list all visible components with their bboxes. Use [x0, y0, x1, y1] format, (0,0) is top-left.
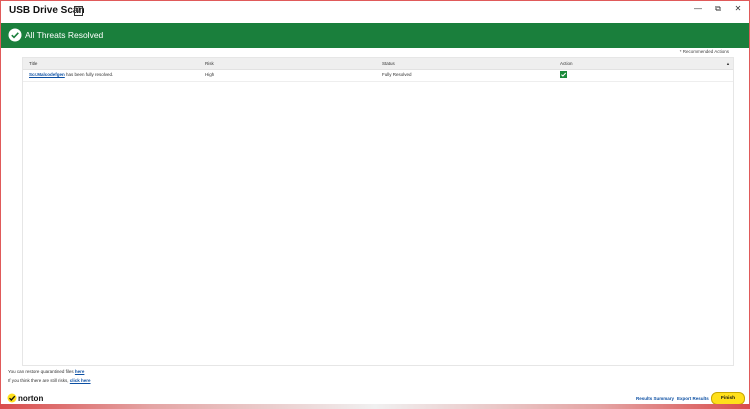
risk-cell: High	[205, 72, 215, 77]
threat-title: Scr.Malcodefgen has been fully resolved.	[29, 72, 113, 77]
norton-logo: norton	[7, 393, 43, 403]
risks-note-text: If you think there are still risks,	[8, 378, 70, 383]
export-results-link[interactable]: Export Results	[677, 396, 709, 401]
status-banner: All Threats Resolved	[1, 23, 749, 48]
restore-note-text: You can restore quarantined files	[8, 369, 75, 374]
restore-icon[interactable]: ⧉	[713, 4, 723, 14]
title-bar: USB Drive Scan ? — ⧉ ✕	[1, 1, 749, 23]
recommended-actions-note: * Recommended Actions	[679, 49, 729, 54]
window-controls: — ⧉ ✕	[693, 4, 743, 14]
restore-note: You can restore quarantined files here	[8, 369, 84, 374]
norton-check-icon	[7, 393, 17, 403]
help-icon[interactable]: ?	[74, 6, 83, 16]
header-action[interactable]: Action	[560, 61, 573, 66]
threat-link[interactable]: Scr.Malcodefgen	[29, 72, 65, 77]
check-icon[interactable]	[560, 71, 567, 78]
minimize-icon[interactable]: —	[693, 4, 703, 14]
results-table: Title Risk Status Action ▲ Scr.Malcodefg…	[22, 57, 734, 366]
header-status[interactable]: Status	[382, 61, 395, 66]
header-risk[interactable]: Risk	[205, 61, 214, 66]
risks-note: If you think there are still risks, clic…	[8, 378, 91, 383]
restore-link[interactable]: here	[75, 369, 85, 374]
sort-dropdown-icon[interactable]: ▲	[726, 61, 730, 66]
taskbar-strip	[0, 404, 750, 409]
header-title[interactable]: Title	[29, 61, 37, 66]
banner-title: All Threats Resolved	[25, 30, 104, 40]
close-icon[interactable]: ✕	[733, 4, 743, 14]
threat-title-suffix: has been fully resolved.	[64, 72, 114, 77]
click-here-link[interactable]: click here	[70, 378, 91, 383]
brand-name: norton	[18, 393, 44, 403]
status-cell: Fully Resolved	[382, 72, 412, 77]
table-row[interactable]: Scr.Malcodefgen has been fully resolved.…	[23, 69, 733, 82]
check-circle-icon	[8, 28, 22, 42]
app-window: USB Drive Scan ? — ⧉ ✕ All Threats Resol…	[0, 0, 750, 409]
results-summary-link[interactable]: Results Summary	[636, 396, 674, 401]
